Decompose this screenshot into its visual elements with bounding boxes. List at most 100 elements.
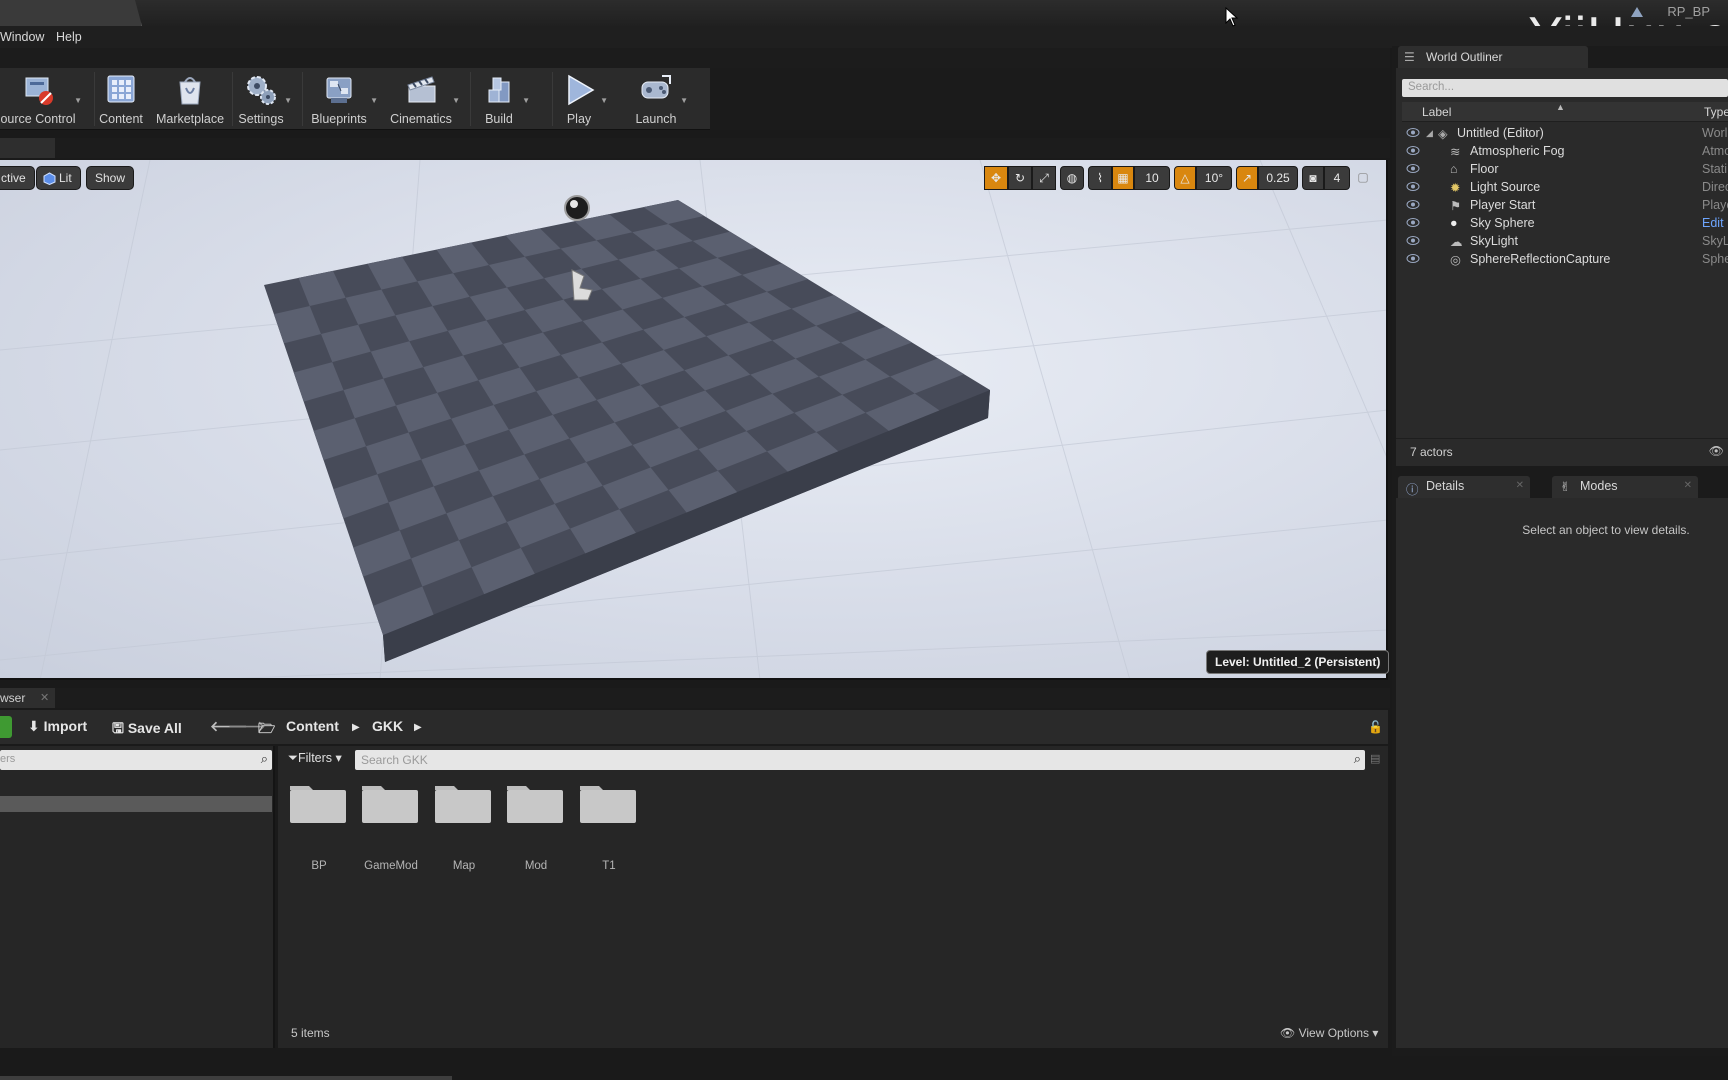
outliner-row-atmospheric-fog[interactable]: ≋ Atmospheric Fog Atmo [1402,142,1728,160]
visibility-eye-icon[interactable] [1406,235,1420,246]
breadcrumb-separator-icon[interactable]: ▶ [414,722,422,733]
content-button[interactable]: Content [96,68,146,130]
import-button[interactable]: ⬇ Import [28,718,87,735]
column-label[interactable]: Label [1422,105,1451,119]
level-tab[interactable] [0,0,142,26]
folder-gamemod[interactable]: GameMod [361,784,421,872]
column-type[interactable]: Type [1704,105,1728,119]
perspective-button[interactable]: ctive [0,166,35,190]
folder-mod[interactable]: Mod [506,784,566,872]
coordinate-system-toggle[interactable]: ◍ [1060,166,1084,190]
sphere-icon: ● [1450,216,1458,230]
surface-snap-toggle[interactable]: ⌇ [1088,166,1112,190]
breadcrumb-gkk[interactable]: GKK [372,718,403,734]
visibility-eye-icon[interactable] [1406,127,1420,138]
lit-button[interactable]: Lit [36,166,81,190]
camera-speed-value[interactable]: 4 [1324,166,1350,190]
menu-window[interactable]: Window [0,30,44,44]
grid-snap-value[interactable]: 10 [1134,166,1170,190]
chevron-down-icon[interactable]: ▼ [452,96,460,105]
outliner-row-sphere-reflection-capture[interactable]: ◎ SphereReflectionCapture Sphe [1402,250,1728,268]
rotate-tool[interactable]: ↻ [1008,166,1032,190]
outliner-row-skylight[interactable]: ☁ SkyLight SkyL [1402,232,1728,250]
asset-count: 5 items [291,1026,330,1040]
chevron-down-icon[interactable]: ▼ [370,96,378,105]
view-options-eye-icon[interactable]: 👁 [1709,444,1724,458]
outliner-row-world[interactable]: ◢ ◈ Untitled (Editor) World [1402,124,1728,142]
chevron-down-icon[interactable]: ▼ [74,96,82,105]
show-button[interactable]: Show [86,166,135,190]
rotation-snap-value[interactable]: 10° [1196,166,1232,190]
view-options-button[interactable]: 👁 View Options ▾ [1280,1026,1378,1040]
visibility-eye-icon[interactable] [1406,163,1420,174]
menu-help[interactable]: Help [56,30,82,44]
blueprints-button[interactable]: Blueprints ▼ [306,68,378,130]
details-empty-hint: Select an object to view details. [1522,523,1690,537]
title-bar [0,0,1728,26]
save-all-button[interactable]: 🖫 Save All [112,718,182,742]
folder-t1[interactable]: T1 [579,784,639,872]
cinematics-button[interactable]: Cinematics ▼ [388,68,460,130]
tab-details[interactable]: ⓘ Details ✕ [1398,476,1530,498]
visibility-eye-icon[interactable] [1406,145,1420,156]
sources-tree-row[interactable] [0,796,272,812]
visibility-eye-icon[interactable] [1406,199,1420,210]
grid-snap-toggle[interactable]: ▦ [1112,166,1134,190]
visibility-eye-icon[interactable] [1406,253,1420,264]
tab-modes[interactable]: ✌ Modes ✕ [1552,476,1698,498]
settings-button[interactable]: Settings ▼ [236,68,292,130]
source-control-button[interactable]: ource Control ▼ [0,68,82,130]
chevron-down-icon[interactable]: ▼ [522,96,530,105]
chevron-down-icon[interactable]: ▼ [284,96,292,105]
scale-snap-value[interactable]: 0.25 [1258,166,1298,190]
expand-arrow-icon[interactable]: ◢ [1426,128,1433,139]
sources-search-input[interactable]: ers ⌕ [0,750,272,770]
search-icon[interactable]: ⌕ [261,751,268,767]
breadcrumb-content[interactable]: Content [286,718,339,734]
play-button[interactable]: Play ▼ [556,68,608,130]
rotation-snap-toggle[interactable]: △ [1174,166,1196,190]
content-browser-tab[interactable]: wser ✕ [0,688,55,708]
close-tab-icon[interactable]: ✕ [1684,480,1692,491]
outliner-row-floor[interactable]: ⌂ Floor Stati [1402,160,1728,178]
asset-search-input[interactable]: Search GKK ⌕ [355,750,1365,770]
viewport-scene[interactable] [0,160,1388,680]
marketplace-button[interactable]: Marketplace [154,68,226,130]
visibility-eye-icon[interactable] [1406,217,1420,228]
visibility-eye-icon[interactable] [1406,181,1420,192]
outliner-search-input[interactable]: Search... [1402,79,1728,97]
chevron-down-icon[interactable]: ▼ [680,96,688,105]
build-button[interactable]: Build ▼ [474,68,530,130]
translate-tool[interactable]: ✥ [984,166,1008,190]
viewport-tab[interactable] [0,138,55,158]
save-icon: 🖫 [112,720,124,736]
save-search-icon[interactable]: ▤ [1370,752,1380,765]
camera-speed-toggle[interactable]: ◙ [1302,166,1324,190]
world-outliner-tab[interactable]: ☰ World Outliner [1398,46,1588,68]
sky-sphere-gizmo[interactable] [564,195,590,221]
maximize-viewport-icon[interactable]: ▢ [1356,166,1370,190]
sources-panel [0,746,275,1048]
outliner-row-sky-sphere[interactable]: ● Sky Sphere Edit [1402,214,1728,232]
edit-blueprint-link[interactable]: Edit [1702,216,1724,230]
folder-map[interactable]: Map [434,784,494,872]
breadcrumb-separator-icon[interactable]: ▶ [352,722,360,733]
toolbar-separator [302,72,303,126]
chevron-down-icon[interactable]: ▼ [600,96,608,105]
folder-bp[interactable]: BP [289,784,349,872]
close-tab-icon[interactable]: ✕ [40,691,49,704]
close-tab-icon[interactable]: ✕ [1516,480,1524,491]
outliner-row-light-source[interactable]: ✹ Light Source Direc [1402,178,1728,196]
scale-tool[interactable]: ⤢ [1032,166,1056,190]
outliner-row-player-start[interactable]: ⚑ Player Start Playe [1402,196,1728,214]
launch-button[interactable]: Launch ▼ [630,68,688,130]
lock-icon[interactable]: 🔓 [1368,720,1383,734]
add-new-button[interactable] [0,716,12,738]
sort-ascending-icon[interactable]: ▲ [1556,102,1565,112]
search-icon[interactable]: ⌕ [1354,751,1361,767]
scale-icon: ⤢ [1039,171,1049,185]
scale-snap-toggle[interactable]: ↗ [1236,166,1258,190]
level-viewport[interactable] [0,160,1388,680]
filters-button[interactable]: ⏷Filters ▾ [288,750,342,766]
camera-icon: ◙ [1309,171,1317,185]
